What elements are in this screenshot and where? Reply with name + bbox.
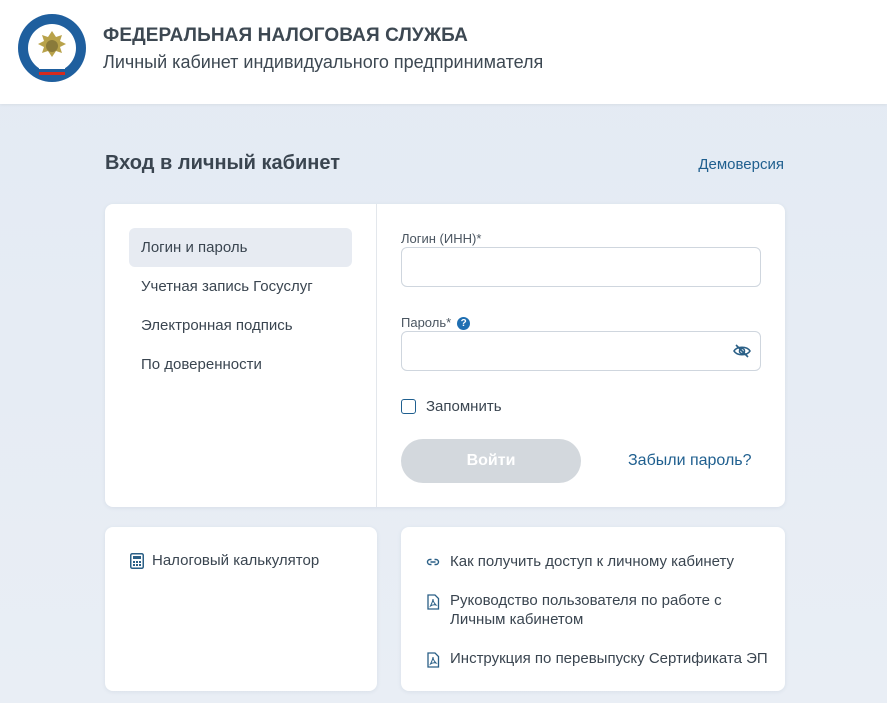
header: ФЕДЕРАЛЬНАЯ НАЛОГОВАЯ СЛУЖБА Личный каби… [0,0,887,104]
password-field-label: Пароль*? [401,315,471,330]
info-link-certificate-label: Инструкция по перевыпуску Сертификата ЭП [450,650,768,667]
page-title: Вход в личный кабинет [105,152,340,174]
pdf-icon [427,652,440,668]
password-input[interactable] [401,331,761,371]
password-label-text: Пароль* [401,315,452,330]
method-login-password[interactable]: Логин и пароль [129,228,352,267]
tax-calculator-link[interactable]: Налоговый калькулятор [130,552,319,569]
demo-link[interactable]: Демоверсия [698,156,784,173]
login-divider [376,204,377,507]
help-icon[interactable]: ? [457,317,471,330]
info-link-certificate[interactable]: Инструкция по перевыпуску Сертификата ЭП [426,649,770,668]
method-digital-signature[interactable]: Электронная подпись [129,306,352,345]
forgot-password-link[interactable]: Забыли пароль? [628,452,752,470]
calculator-icon [130,552,144,569]
method-gosuslugi[interactable]: Учетная запись Госуслуг [129,267,352,306]
info-link-user-guide[interactable]: Руководство пользователя по работе с Лич… [426,591,770,629]
remember-label[interactable]: Запомнить [426,398,502,415]
info-links-card: Как получить доступ к личному кабинету Р… [401,527,785,691]
brand-subtitle: Личный кабинет индивидуального предприни… [103,52,544,72]
link-icon [426,558,440,566]
info-link-access-label: Как получить доступ к личному кабинету [450,553,734,570]
eye-hidden-icon[interactable] [733,344,751,358]
pdf-icon [427,594,440,610]
login-submit-button[interactable]: Войти [401,439,581,483]
info-link-user-guide-label: Руководство пользователя по работе с Лич… [450,592,722,628]
remember-checkbox[interactable] [401,399,416,414]
info-link-access[interactable]: Как получить доступ к личному кабинету [426,552,770,571]
brand-title: ФЕДЕРАЛЬНАЯ НАЛОГОВАЯ СЛУЖБА [103,25,468,46]
fns-logo [18,14,86,82]
login-input[interactable] [401,247,761,287]
method-power-of-attorney[interactable]: По доверенности [129,345,352,384]
tax-calculator-label: Налоговый калькулятор [152,552,320,569]
calculator-card: Налоговый калькулятор [105,527,377,691]
login-field-label: Логин (ИНН)* [401,231,482,246]
login-card: Логин и пароль Учетная запись Госуслуг Э… [105,204,785,507]
